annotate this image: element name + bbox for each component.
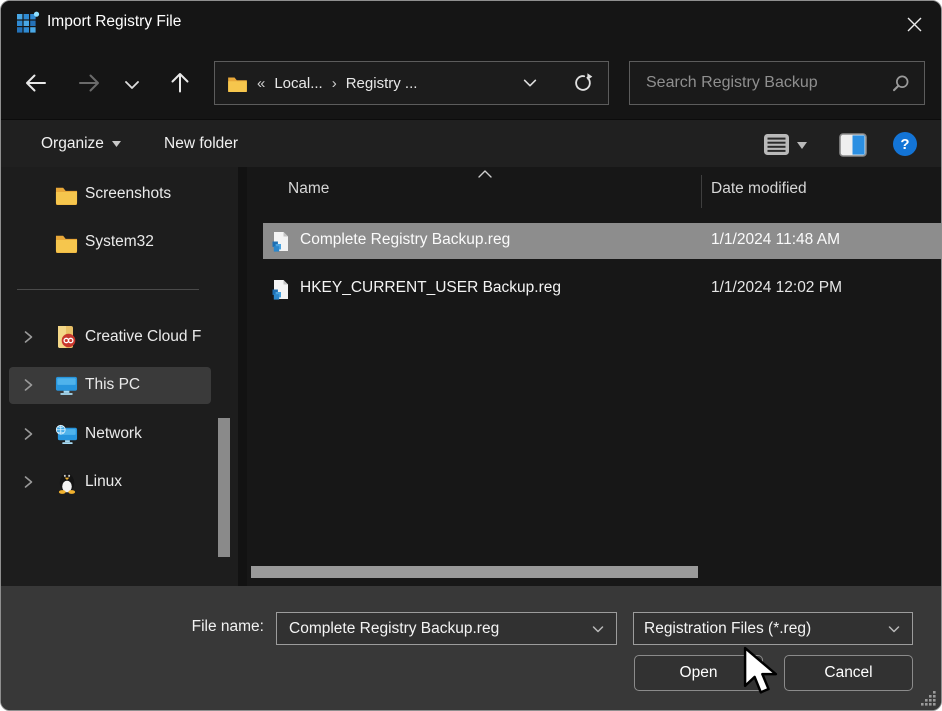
expand-chevron-icon[interactable]	[20, 377, 36, 393]
sidebar-item-linux[interactable]: Linux	[1, 465, 217, 499]
cancel-button[interactable]: Cancel	[784, 655, 913, 691]
expand-chevron-icon[interactable]	[20, 329, 36, 345]
content-area: Screenshots System32 Creative Cloud F Th…	[1, 167, 941, 586]
chevron-down-icon[interactable]	[886, 621, 902, 637]
cancel-button-label: Cancel	[824, 664, 873, 681]
title-bar: Import Registry File	[1, 1, 941, 47]
column-divider[interactable]	[701, 175, 702, 208]
sidebar-item-creative-cloud[interactable]: Creative Cloud F	[1, 320, 217, 354]
back-button[interactable]	[23, 70, 49, 96]
file-type-value: Registration Files (*.reg)	[644, 619, 812, 637]
breadcrumb-item-local[interactable]: Local...	[274, 75, 322, 92]
sidebar-scrollbar-thumb[interactable]	[218, 418, 230, 557]
pane-divider[interactable]	[238, 167, 247, 586]
sort-ascending-icon	[478, 170, 492, 178]
search-icon[interactable]	[891, 74, 910, 93]
mouse-cursor	[743, 646, 778, 694]
preview-pane-icon[interactable]	[839, 133, 867, 157]
new-folder-button[interactable]: New folder	[164, 120, 238, 168]
sidebar-item-label: Linux	[85, 473, 123, 490]
column-header-name[interactable]: Name	[288, 180, 329, 198]
navigation-pane: Screenshots System32 Creative Cloud F Th…	[1, 167, 238, 586]
address-bar[interactable]: « Local... › Registry ...	[214, 61, 609, 105]
registry-editor-icon	[17, 11, 40, 33]
expand-chevron-icon[interactable]	[20, 426, 36, 442]
file-date-modified: 1/1/2024 11:48 AM	[711, 231, 840, 248]
file-name: HKEY_CURRENT_USER Backup.reg	[300, 279, 562, 296]
file-name: Complete Registry Backup.reg	[300, 231, 511, 248]
breadcrumb-item-registry[interactable]: Registry ...	[346, 75, 418, 92]
navigation-bar: « Local... › Registry ...	[1, 47, 941, 119]
refresh-icon[interactable]	[572, 72, 594, 94]
reg-file-icon	[272, 280, 288, 300]
sidebar-item-system32[interactable]: System32	[1, 225, 217, 259]
details-view-icon[interactable]	[763, 133, 790, 156]
sidebar-item-label: Creative Cloud F	[85, 328, 202, 345]
file-row-hkey-current-user-backup[interactable]: HKEY_CURRENT_USER Backup.reg 1/1/2024 12…	[263, 271, 941, 307]
help-button[interactable]: ?	[893, 132, 917, 156]
folder-icon	[228, 77, 247, 92]
sidebar-item-label: System32	[85, 233, 154, 250]
sidebar-item-screenshots[interactable]: Screenshots	[1, 177, 217, 211]
file-name-label: File name:	[191, 618, 264, 635]
organize-label: Organize	[41, 135, 104, 152]
horizontal-scrollbar-thumb[interactable]	[251, 566, 698, 578]
import-registry-file-dialog: Import Registry File « Local... › Regist…	[0, 0, 942, 711]
column-header-date-modified[interactable]: Date modified	[711, 180, 807, 198]
linux-tux-icon	[58, 473, 76, 494]
sidebar-item-network[interactable]: Network	[1, 417, 217, 451]
reg-file-icon	[272, 232, 288, 252]
file-date-modified: 1/1/2024 12:02 PM	[711, 279, 842, 296]
breadcrumb-separator: ›	[331, 74, 337, 92]
breadcrumb-collapsed[interactable]: «	[257, 75, 265, 92]
resize-grip[interactable]	[920, 690, 937, 707]
file-type-combo[interactable]: Registration Files (*.reg)	[633, 612, 913, 645]
file-name-combo[interactable]	[276, 612, 617, 645]
chevron-down-icon[interactable]	[590, 621, 606, 637]
close-button[interactable]	[900, 10, 928, 38]
help-icon: ?	[900, 135, 910, 153]
creative-cloud-folder-icon	[58, 326, 76, 348]
search-input[interactable]	[646, 74, 891, 92]
folder-icon	[55, 187, 78, 205]
this-pc-icon	[55, 376, 78, 395]
organize-button[interactable]: Organize	[41, 120, 121, 168]
close-icon	[907, 17, 921, 31]
file-row-complete-registry-backup[interactable]: Complete Registry Backup.reg 1/1/2024 11…	[263, 223, 941, 259]
views-dropdown-caret[interactable]	[797, 142, 807, 149]
dialog-footer: File name: Registration Files (*.reg) Op…	[1, 586, 941, 710]
sidebar-item-label: Screenshots	[85, 185, 172, 202]
sidebar-item-label: Network	[85, 425, 142, 442]
network-icon	[55, 424, 78, 444]
folder-icon	[55, 235, 78, 253]
file-list-pane: Name Date modified Complete Registry Bac…	[247, 167, 941, 586]
organize-dropdown-caret	[111, 141, 121, 147]
sidebar-item-this-pc[interactable]: This PC	[1, 368, 217, 402]
recent-locations-chevron[interactable]	[122, 75, 142, 95]
command-bar: Organize New folder ?	[1, 119, 941, 167]
up-button[interactable]	[167, 70, 193, 96]
new-folder-label: New folder	[164, 135, 239, 152]
sidebar-divider	[17, 289, 199, 290]
search-box[interactable]	[629, 61, 925, 105]
expand-chevron-icon[interactable]	[20, 474, 36, 490]
forward-button[interactable]	[76, 70, 102, 96]
address-dropdown-chevron[interactable]	[521, 74, 539, 92]
open-button-label: Open	[679, 664, 718, 681]
window-title: Import Registry File	[47, 13, 182, 30]
column-headers: Name Date modified	[247, 167, 941, 213]
sidebar-item-label: This PC	[85, 376, 141, 393]
file-name-input[interactable]	[287, 618, 590, 639]
